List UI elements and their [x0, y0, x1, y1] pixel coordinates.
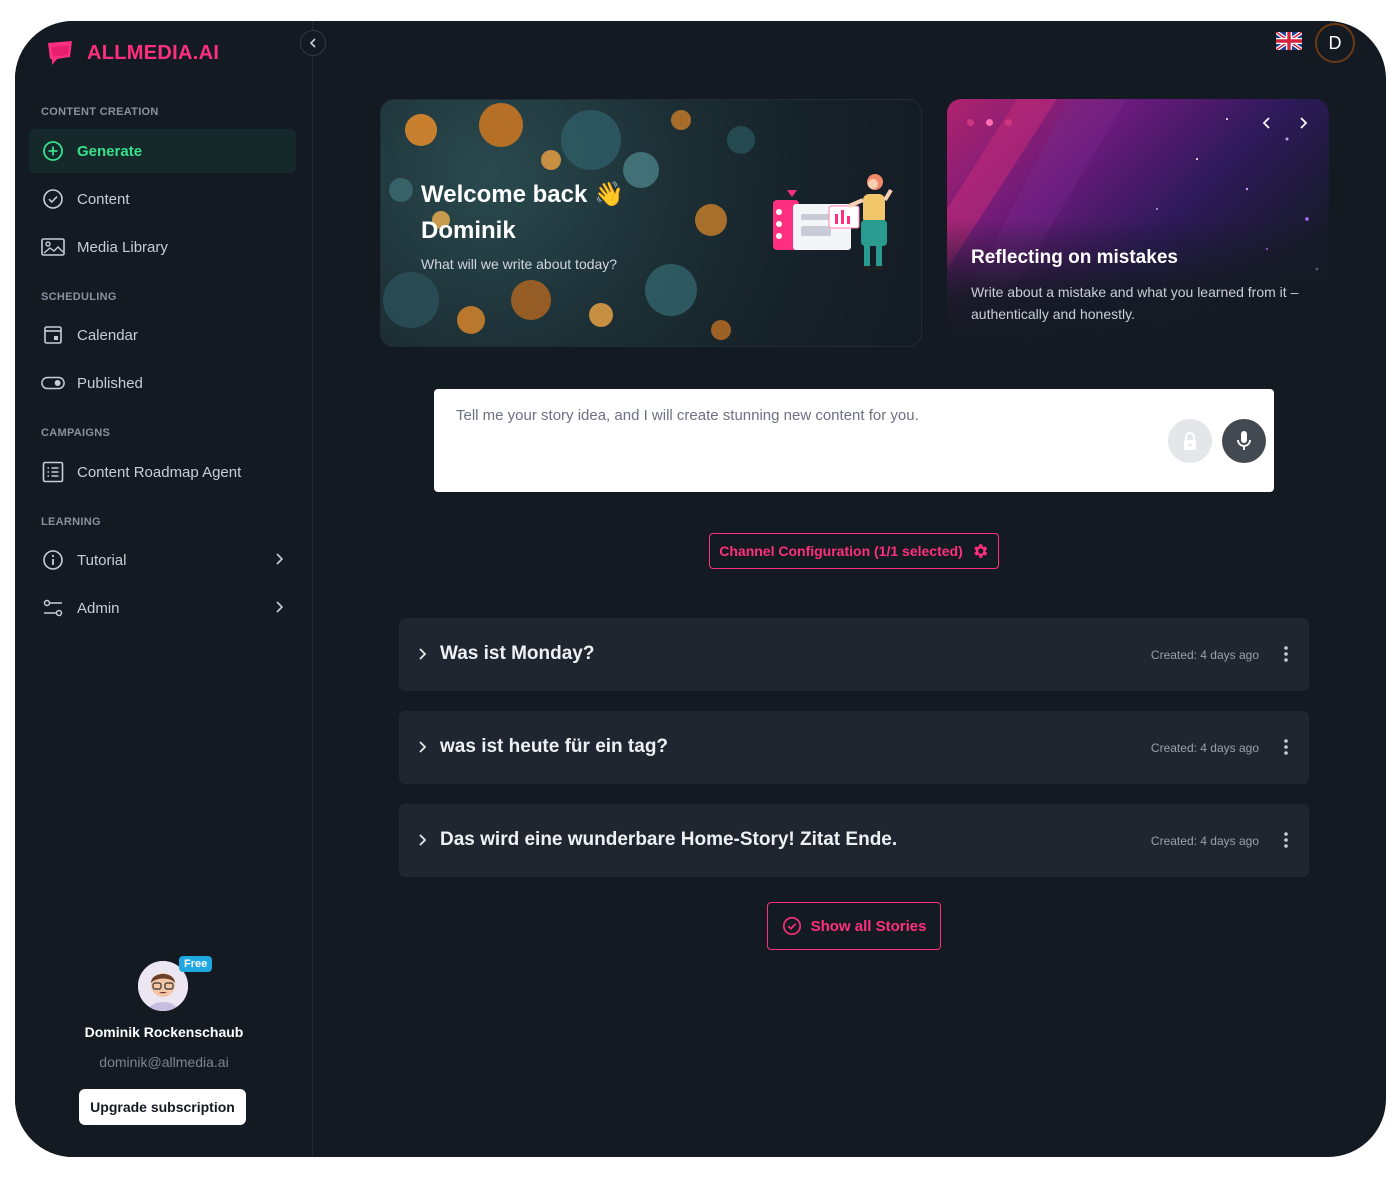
sidebar-item-generate[interactable]: Generate — [29, 129, 296, 173]
sidebar-item-media-library[interactable]: Media Library — [29, 225, 296, 269]
more-vertical-icon[interactable] — [1283, 831, 1289, 849]
welcome-line-1: Welcome back 👋 — [421, 181, 624, 208]
chevron-left-icon — [309, 38, 316, 48]
plan-badge: Free — [179, 956, 213, 972]
story-title: Was ist Monday? — [440, 643, 595, 664]
image-icon — [41, 235, 65, 259]
welcome-line-2: Dominik — [421, 217, 516, 244]
chevron-left-icon[interactable] — [1261, 115, 1273, 131]
chevron-right-icon — [276, 601, 284, 613]
chevron-right-icon[interactable] — [417, 833, 427, 847]
story-idea-input[interactable]: Tell me your story idea, and I will crea… — [434, 389, 1274, 492]
welcome-heading: Welcome back 👋 Dominik — [421, 177, 624, 249]
more-vertical-icon[interactable] — [1283, 645, 1289, 663]
sidebar-item-calendar[interactable]: Calendar — [29, 313, 296, 357]
brand-name: ALLMEDIA.AI — [87, 41, 220, 64]
channel-configuration-button[interactable]: Channel Configuration (1/1 selected) — [709, 533, 999, 569]
carousel-dot[interactable] — [1005, 119, 1012, 126]
chevron-right-icon — [276, 553, 284, 565]
profile-name: Dominik Rockenschaub — [84, 1024, 244, 1040]
toggle-icon — [41, 371, 65, 395]
show-all-stories-button[interactable]: Show all Stories — [767, 902, 941, 950]
carousel-dot-active[interactable] — [986, 119, 993, 126]
carousel-dot[interactable] — [967, 119, 974, 126]
user-menu-button[interactable]: D — [1315, 23, 1355, 63]
microphone-icon — [1237, 431, 1251, 450]
story-row[interactable]: Was ist Monday? Created: 4 days ago — [399, 618, 1309, 691]
microphone-button[interactable] — [1222, 419, 1266, 463]
chevron-right-icon[interactable] — [417, 647, 427, 661]
welcome-card: Welcome back 👋 Dominik What will we writ… — [380, 99, 922, 347]
inspiration-text: Write about a mistake and what you learn… — [971, 284, 1299, 322]
sidebar-item-content-roadmap-agent[interactable]: Content Roadmap Agent — [29, 450, 296, 494]
calendar-icon — [41, 323, 65, 347]
channel-configuration-label: Channel Configuration (1/1 selected) — [719, 543, 963, 559]
welcome-subtitle: What will we write about today? — [421, 256, 618, 272]
plus-circle-icon — [41, 139, 65, 163]
sidebar-item-label: Admin — [77, 599, 120, 617]
info-icon — [41, 548, 65, 572]
gear-icon — [974, 544, 987, 558]
check-circle-icon — [782, 917, 801, 935]
carousel-dots — [967, 119, 1012, 126]
profile-email: dominik@allmedia.ai — [99, 1054, 229, 1070]
sidebar-item-label: Published — [77, 374, 143, 392]
app-window: ALLMEDIA.AI CONTENT CREATION Generate Co… — [15, 21, 1386, 1157]
sidebar: ALLMEDIA.AI CONTENT CREATION Generate Co… — [15, 21, 313, 1157]
collapse-sidebar-button[interactable] — [300, 30, 326, 56]
section-content-creation: CONTENT CREATION — [41, 106, 159, 118]
illustration-image — [773, 174, 893, 270]
chevron-right-icon[interactable] — [417, 740, 427, 754]
sidebar-item-published[interactable]: Published — [29, 361, 296, 405]
carousel-arrows — [1261, 115, 1309, 131]
sidebar-item-label: Calendar — [77, 326, 138, 344]
logo-icon — [48, 41, 72, 65]
uk-flag-icon[interactable] — [1276, 32, 1302, 50]
more-vertical-icon[interactable] — [1283, 738, 1289, 756]
section-campaigns: CAMPAIGNS — [41, 427, 111, 439]
sidebar-item-tutorial[interactable]: Tutorial — [29, 538, 296, 582]
lock-button[interactable] — [1168, 419, 1212, 463]
story-created: Created: 4 days ago — [1150, 648, 1259, 662]
sidebar-item-label: Generate — [77, 142, 143, 160]
story-idea-placeholder: Tell me your story idea, and I will crea… — [456, 407, 919, 424]
story-title: Das wird eine wunderbare Home-Story! Zit… — [440, 829, 898, 850]
inspiration-card: Reflecting on mistakes Write about a mis… — [947, 99, 1329, 347]
sidebar-item-content[interactable]: Content — [29, 177, 296, 221]
story-created: Created: 4 days ago — [1150, 741, 1259, 755]
lock-icon — [1184, 432, 1196, 450]
upgrade-subscription-button[interactable]: Upgrade subscription — [79, 1089, 246, 1125]
inspiration-title: Reflecting on mistakes — [971, 247, 1178, 268]
story-title: was ist heute für ein tag? — [440, 736, 669, 757]
section-learning: LEARNING — [41, 516, 101, 528]
check-circle-icon — [41, 187, 65, 211]
section-scheduling: SCHEDULING — [41, 291, 117, 303]
story-created: Created: 4 days ago — [1150, 834, 1259, 848]
story-row[interactable]: Das wird eine wunderbare Home-Story! Zit… — [399, 804, 1309, 877]
sidebar-item-label: Content Roadmap Agent — [77, 463, 242, 481]
list-icon — [41, 460, 65, 484]
sidebar-item-label: Content — [77, 190, 130, 208]
story-row[interactable]: was ist heute für ein tag? Created: 4 da… — [399, 711, 1309, 784]
show-all-stories-label: Show all Stories — [810, 917, 927, 935]
chevron-right-icon[interactable] — [1297, 115, 1309, 131]
sidebar-item-admin[interactable]: Admin — [29, 586, 296, 630]
sidebar-item-label: Tutorial — [77, 551, 127, 569]
sidebar-item-label: Media Library — [77, 238, 168, 256]
settings-sliders-icon — [41, 596, 65, 620]
brand[interactable]: ALLMEDIA.AI — [45, 39, 219, 67]
